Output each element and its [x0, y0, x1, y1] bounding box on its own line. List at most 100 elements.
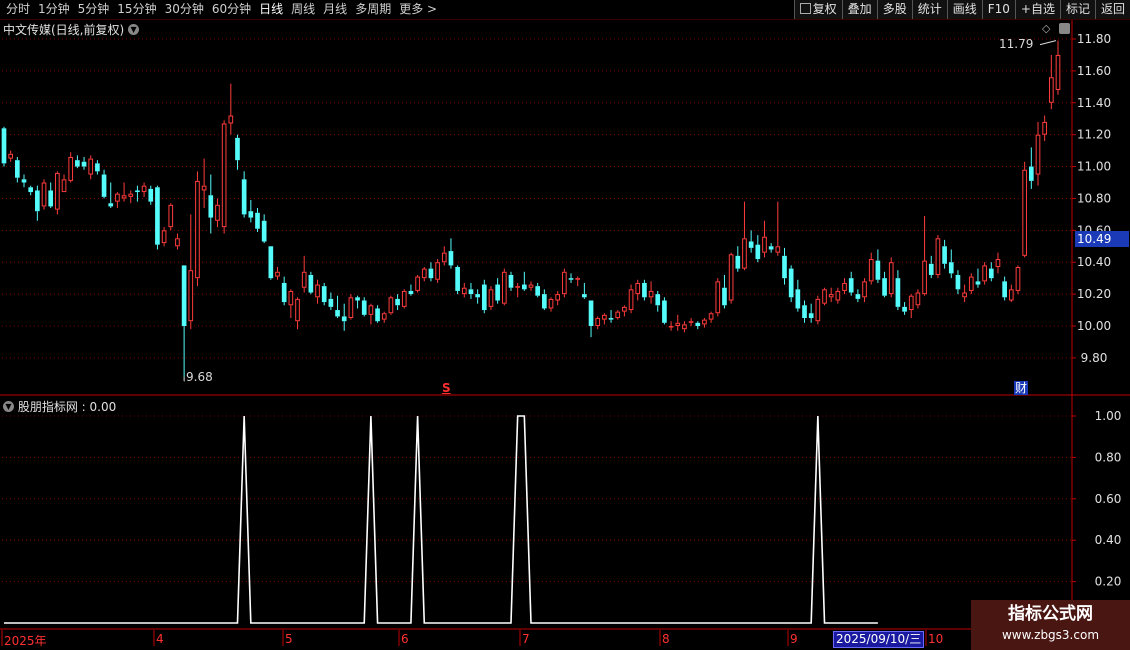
- candle-body: [1008, 289, 1014, 301]
- candle: [481, 279, 487, 314]
- candle: [421, 267, 427, 282]
- candle: [368, 303, 374, 325]
- candle-body: [768, 246, 774, 250]
- candle: [95, 160, 100, 175]
- candle-body: [455, 267, 460, 291]
- candle-body: [975, 281, 981, 285]
- price-tick-label: 10.20: [1077, 287, 1111, 301]
- candle: [141, 182, 147, 197]
- indicator-tick-label: 1.00: [1095, 409, 1122, 423]
- candle: [835, 287, 841, 304]
- candle-body: [235, 137, 240, 161]
- candle: [802, 300, 807, 323]
- candle-body: [822, 289, 827, 304]
- candle-body: [248, 211, 254, 218]
- candle-body: [888, 262, 894, 295]
- candle-body: [982, 265, 987, 282]
- candle: [1048, 54, 1054, 110]
- diamond-icon[interactable]: ◇: [1042, 22, 1050, 35]
- finance-marker[interactable]: 财: [1014, 381, 1029, 395]
- time-label-jul: 7: [522, 632, 530, 646]
- price-tick-label: 11.60: [1077, 64, 1111, 78]
- indicator-title: ▼ 股朋指标网 : 0.00: [3, 398, 116, 415]
- chevron-down-icon[interactable]: ▼: [3, 401, 14, 412]
- candle: [715, 278, 721, 317]
- candle: [708, 311, 714, 323]
- indicator-tick-label: 0.40: [1095, 533, 1122, 547]
- candle-body: [295, 298, 300, 322]
- candle-body: [1022, 169, 1027, 256]
- candle: [622, 305, 627, 317]
- candle: [748, 230, 754, 253]
- candle: [408, 284, 414, 296]
- candle: [555, 290, 561, 306]
- candle-body: [88, 158, 94, 175]
- candle-body: [275, 271, 280, 277]
- candle-body: [875, 260, 881, 280]
- candle: [248, 200, 254, 223]
- candle-body: [28, 187, 34, 193]
- candle: [215, 198, 220, 228]
- candle: [301, 255, 307, 293]
- candle: [115, 192, 120, 209]
- candle: [962, 284, 967, 303]
- candle: [782, 247, 787, 285]
- candle: [355, 295, 360, 309]
- candle: [588, 300, 594, 338]
- price-tick-label: 9.80: [1081, 351, 1108, 365]
- candle-body: [15, 160, 20, 178]
- candle-body: [428, 268, 434, 279]
- candle: [388, 295, 394, 315]
- candle-body: [922, 260, 927, 295]
- candle: [88, 155, 94, 180]
- candle: [148, 185, 154, 205]
- candle: [155, 185, 160, 250]
- candle-body: [655, 294, 661, 306]
- candle: [788, 265, 794, 303]
- current-price-tag: 10.49: [1075, 231, 1129, 247]
- candle-body: [802, 305, 807, 319]
- candle-body: [408, 290, 414, 295]
- candle: [975, 268, 981, 288]
- candle: [722, 274, 727, 309]
- kline-chart[interactable]: 9.8010.0010.2010.4010.6010.8011.0011.201…: [0, 0, 1130, 650]
- candle: [241, 171, 247, 218]
- candle-body: [915, 292, 921, 306]
- sub-gridlines: [2, 415, 1072, 583]
- candle-body: [1002, 281, 1007, 298]
- candle: [922, 215, 927, 296]
- candle: [1002, 276, 1007, 301]
- candle-body: [348, 297, 354, 319]
- candle-body: [588, 300, 594, 326]
- price-tick-label: 11.00: [1077, 160, 1111, 174]
- candle: [108, 182, 114, 209]
- candle: [435, 259, 440, 283]
- candle-body: [515, 286, 520, 288]
- candle: [308, 271, 314, 295]
- candle-body: [288, 290, 294, 306]
- candle: [562, 268, 567, 298]
- candle-body: [895, 278, 901, 307]
- candle-body: [461, 287, 467, 295]
- candle: [882, 271, 887, 298]
- candle-body: [1042, 121, 1047, 135]
- candle-body: [335, 310, 340, 317]
- candle-body: [728, 254, 734, 301]
- candle: [315, 279, 320, 304]
- s-marker[interactable]: S: [442, 381, 451, 395]
- candle: [348, 294, 354, 320]
- candle-body: [815, 298, 821, 322]
- candle-body: [148, 188, 154, 202]
- candle-body: [755, 244, 761, 260]
- candle-body: [988, 268, 994, 279]
- candle-body: [181, 265, 187, 326]
- candle: [68, 152, 74, 183]
- panel-toggle-icon[interactable]: [1059, 23, 1070, 34]
- price-tick-label: 10.40: [1077, 255, 1111, 269]
- high-marker-line: [1039, 40, 1057, 46]
- chevron-down-icon[interactable]: ▼: [128, 24, 140, 35]
- candle: [988, 262, 994, 282]
- candle-body: [441, 252, 447, 263]
- candle-body: [682, 324, 687, 330]
- candle-body: [935, 238, 941, 275]
